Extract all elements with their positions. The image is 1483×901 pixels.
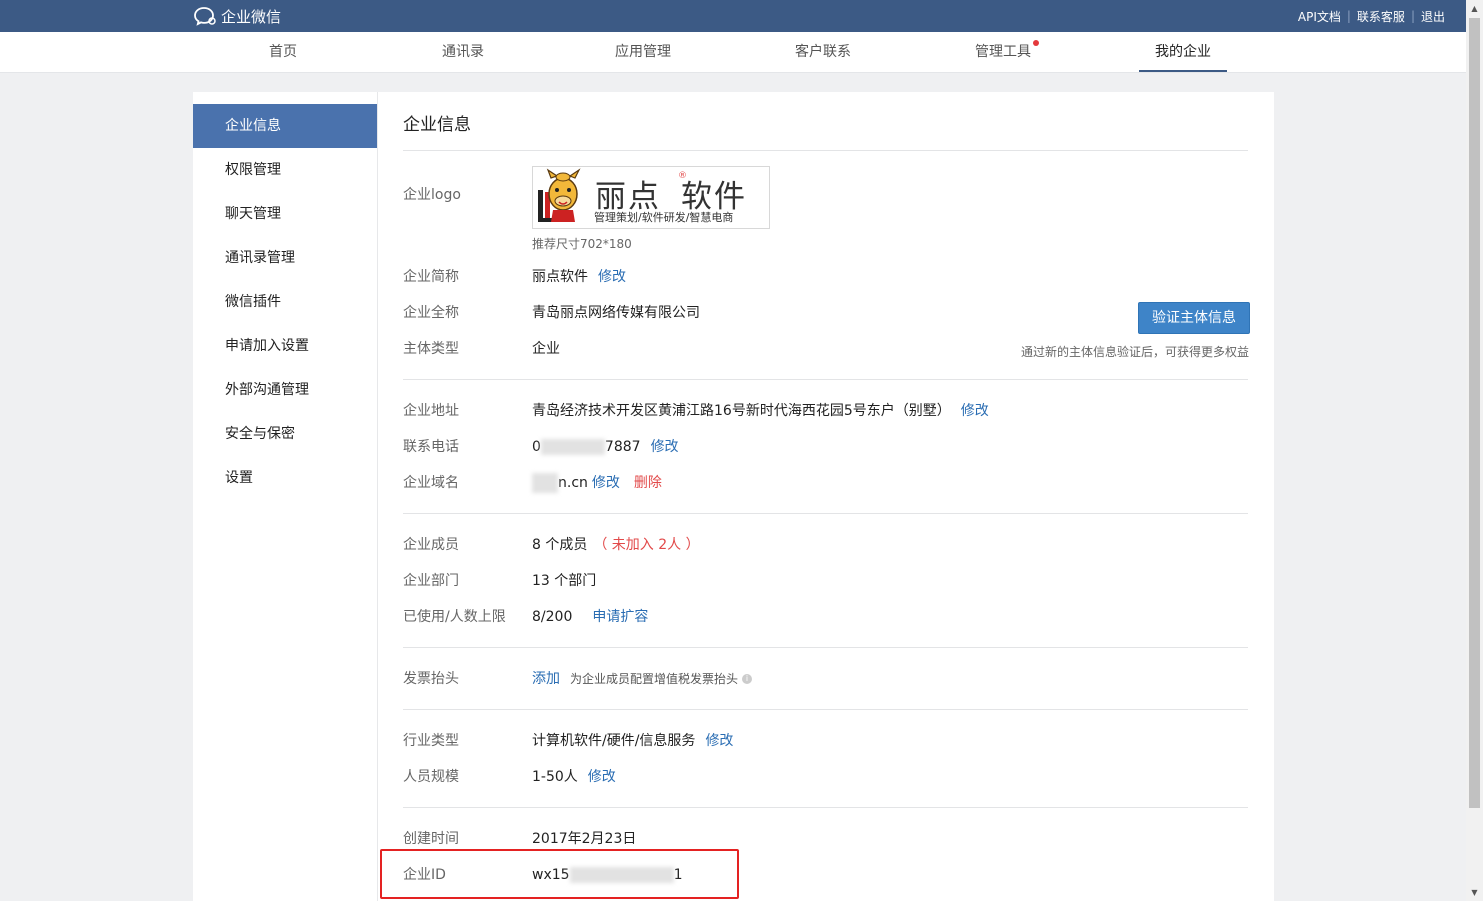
address-value: 青岛经济技术开发区黄浦江路16号新时代海西花园5号东户（别墅） 修改 (532, 401, 989, 421)
phone-suffix: 7887 (604, 439, 641, 455)
redacted-blur (540, 439, 605, 455)
sidebar-item-security[interactable]: 安全与保密 (193, 412, 377, 456)
divider (403, 150, 1248, 151)
scale-text: 1-50人 (532, 769, 578, 785)
short-name-value: 丽点软件 修改 (532, 267, 626, 287)
verify-hint: 通过新的主体信息验证后，可获得更多权益 (1020, 345, 1249, 359)
edit-domain-link[interactable]: 修改 (592, 473, 620, 493)
content-area: 企业信息 企业logo 丽点 ® 软件 管理策划/软件研发/智慧电商 推荐尺寸7… (377, 92, 1274, 901)
expand-capacity-link[interactable]: 申请扩容 (592, 607, 648, 627)
members-label: 企业成员 (403, 537, 459, 553)
short-name-label: 企业简称 (403, 269, 459, 285)
divider (403, 807, 1248, 808)
edit-phone-link[interactable]: 修改 (651, 437, 679, 457)
add-invoice-link[interactable]: 添加 (532, 669, 560, 689)
sidebar-item-external[interactable]: 外部沟通管理 (193, 368, 377, 412)
separator: | (1410, 9, 1415, 23)
company-logo[interactable]: 丽点 ® 软件 管理策划/软件研发/智慧电商 (532, 166, 770, 229)
tab-apps[interactable]: 应用管理 (599, 32, 687, 72)
scroll-thumb[interactable] (1469, 18, 1480, 808)
edit-address-link[interactable]: 修改 (961, 401, 989, 421)
scroll-up-arrow-icon[interactable]: ▲ (1466, 0, 1483, 17)
sidebar-item-wechat-plugin[interactable]: 微信插件 (193, 280, 377, 324)
sidebar-item-company-info[interactable]: 企业信息 (193, 104, 377, 148)
logo-subtitle: 管理策划/软件研发/智慧电商 (594, 211, 734, 224)
phone-prefix: 0 (532, 439, 541, 455)
type-value: 企业 (532, 341, 560, 357)
type-label: 主体类型 (403, 341, 459, 357)
edit-short-name-link[interactable]: 修改 (598, 267, 626, 287)
tab-my-company[interactable]: 我的企业 (1139, 32, 1227, 72)
divider (403, 647, 1248, 648)
top-bar: 企业微信 API文档 | 联系客服 | 退出 (0, 0, 1466, 32)
phone-value: 0 7887 修改 (532, 437, 679, 457)
cow-mascot-icon (538, 168, 581, 222)
logo-label: 企业logo (403, 187, 461, 203)
industry-value: 计算机软件/硬件/信息服务 修改 (532, 731, 733, 751)
created-label: 创建时间 (403, 831, 459, 847)
info-icon[interactable]: i (742, 674, 753, 684)
tab-contacts[interactable]: 通讯录 (419, 32, 507, 72)
full-name-value: 青岛丽点网络传媒有限公司 (532, 305, 700, 321)
domain-label: 企业域名 (403, 475, 459, 491)
api-docs-link[interactable]: API文档 (1298, 8, 1341, 25)
sidebar-item-join-settings[interactable]: 申请加入设置 (193, 324, 377, 368)
divider (403, 709, 1248, 710)
sidebar-item-settings[interactable]: 设置 (193, 456, 377, 500)
separator: | (1346, 9, 1351, 23)
brand-logo[interactable]: 企业微信 (193, 0, 281, 32)
logo-size-hint: 推荐尺寸702*180 (532, 237, 632, 251)
main-nav: 首页 通讯录 应用管理 客户联系 管理工具 我的企业 (0, 32, 1466, 73)
divider (403, 513, 1248, 514)
scroll-down-arrow-icon[interactable]: ▼ (1466, 884, 1483, 901)
notification-dot (1033, 40, 1039, 46)
brand-name: 企业微信 (221, 7, 282, 26)
sidebar-item-permissions[interactable]: 权限管理 (193, 148, 377, 192)
industry-text: 计算机软件/硬件/信息服务 (532, 733, 696, 749)
invoice-hint: 为企业成员配置增值税发票抬头 (570, 672, 739, 686)
sidebar-item-contacts[interactable]: 通讯录管理 (193, 236, 377, 280)
edit-industry-link[interactable]: 修改 (705, 731, 733, 751)
phone-label: 联系电话 (403, 439, 459, 455)
usage-label: 已使用/人数上限 (403, 609, 506, 625)
departments-label: 企业部门 (403, 573, 459, 589)
usage-value: 8/200 申请扩容 (532, 607, 648, 627)
industry-label: 行业类型 (403, 733, 459, 749)
created-value: 2017年2月23日 (532, 831, 637, 847)
highlight-box (380, 849, 739, 899)
sidebar-item-chat[interactable]: 聊天管理 (193, 192, 377, 236)
members-count: 8 个成员 (532, 537, 588, 553)
domain-suffix: n.cn (558, 475, 588, 491)
support-link[interactable]: 联系客服 (1357, 8, 1405, 25)
tab-home[interactable]: 首页 (239, 32, 327, 72)
address-label: 企业地址 (403, 403, 459, 419)
delete-domain-link[interactable]: 删除 (634, 473, 662, 493)
address-text: 青岛经济技术开发区黄浦江路16号新时代海西花园5号东户（别墅） (532, 403, 951, 419)
sidebar: 企业信息 权限管理 聊天管理 通讯录管理 微信插件 申请加入设置 外部沟通管理 … (193, 104, 377, 901)
top-links: API文档 | 联系客服 | 退出 (1298, 0, 1445, 32)
verify-entity-button[interactable]: 验证主体信息 (1138, 302, 1250, 334)
usage-count: 8/200 (532, 609, 573, 625)
edit-scale-link[interactable]: 修改 (588, 767, 616, 787)
logout-link[interactable]: 退出 (1421, 8, 1445, 25)
short-name-text: 丽点软件 (532, 269, 588, 285)
scale-value: 1-50人 修改 (532, 767, 616, 787)
main-panel: 企业信息 权限管理 聊天管理 通讯录管理 微信插件 申请加入设置 外部沟通管理 … (193, 92, 1274, 901)
scale-label: 人员规模 (403, 769, 459, 785)
full-name-label: 企业全称 (403, 305, 459, 321)
domain-value: n.cn 修改 删除 (532, 473, 662, 493)
tab-tools[interactable]: 管理工具 (959, 32, 1047, 72)
members-pending[interactable]: （ 未加入 2人 ） (593, 535, 699, 555)
invoice-label: 发票抬头 (403, 671, 459, 687)
departments-value: 13 个部门 (532, 573, 597, 589)
scrollbar[interactable]: ▲ ▼ (1466, 0, 1483, 901)
invoice-value: 添加 为企业成员配置增值税发票抬头 i (532, 669, 753, 689)
redacted-blur (532, 473, 558, 493)
chat-bubble-icon (194, 7, 216, 26)
members-value: 8 个成员 （ 未加入 2人 ） (532, 535, 700, 555)
tab-customers[interactable]: 客户联系 (779, 32, 867, 72)
divider (403, 379, 1248, 380)
page-title: 企业信息 (403, 115, 471, 135)
